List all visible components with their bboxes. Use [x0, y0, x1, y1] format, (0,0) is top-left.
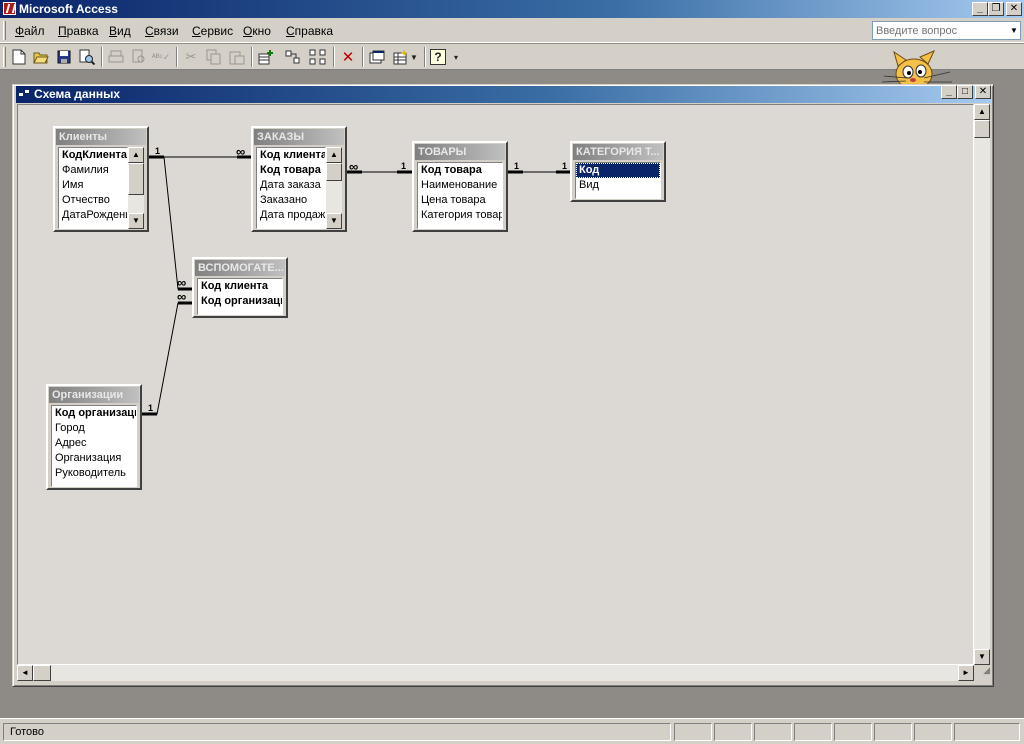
- relation-many-label: ∞: [349, 159, 358, 174]
- table-orders[interactable]: ЗАКАЗЫ Код клиента Код товара Дата заказ…: [251, 126, 347, 232]
- table-helper-fields[interactable]: Код клиента Код организации: [197, 278, 283, 315]
- table-goods-fields[interactable]: Код товара Наименование Цена товара Кате…: [417, 162, 503, 229]
- field-row[interactable]: Код организации: [198, 294, 282, 309]
- status-cell: [714, 723, 752, 741]
- scroll-down-icon[interactable]: ▼: [128, 213, 144, 229]
- table-helper[interactable]: ВСПОМОГАТЕ... Код клиента Код организаци…: [192, 257, 288, 318]
- status-cell: [754, 723, 792, 741]
- field-row[interactable]: Руководитель: [52, 466, 136, 481]
- table-category-title[interactable]: КАТЕГОРИЯ Т...: [573, 144, 663, 160]
- field-row-selected[interactable]: Код: [576, 163, 660, 178]
- status-cell: [954, 723, 1020, 741]
- scroll-down-icon[interactable]: ▼: [326, 213, 342, 229]
- relation-one-label: 1: [401, 161, 407, 171]
- table-clients-fields[interactable]: КодКлиента Фамилия Имя Отчество ДатаРожд…: [58, 147, 128, 229]
- relationship-lines: [141, 155, 572, 416]
- relation-orgs-helper: [141, 302, 194, 415]
- status-cell: [874, 723, 912, 741]
- field-row[interactable]: Заказано: [257, 193, 325, 208]
- field-row[interactable]: Код товара: [257, 163, 325, 178]
- field-row[interactable]: Код клиента: [198, 279, 282, 294]
- status-cell: [674, 723, 712, 741]
- field-row[interactable]: Фамилия: [59, 163, 127, 178]
- field-row[interactable]: Город: [52, 421, 136, 436]
- field-row[interactable]: Код клиента: [257, 148, 325, 163]
- table-orders-title[interactable]: ЗАКАЗЫ: [254, 129, 344, 145]
- relation-one-label: 1: [148, 403, 154, 413]
- scroll-thumb[interactable]: [326, 163, 342, 181]
- field-row[interactable]: Наименование: [418, 178, 502, 193]
- status-cell: [834, 723, 872, 741]
- table-goods[interactable]: ТОВАРЫ Код товара Наименование Цена това…: [412, 141, 508, 232]
- table-category-fields[interactable]: Код Вид: [575, 162, 661, 199]
- status-bar: Готово: [0, 718, 1024, 744]
- scroll-up-icon[interactable]: ▲: [128, 147, 144, 163]
- relation-many-label: ∞: [177, 275, 186, 290]
- field-row[interactable]: Категория товара: [418, 208, 502, 223]
- field-row[interactable]: Дата продажи: [257, 208, 325, 223]
- table-category[interactable]: КАТЕГОРИЯ Т... Код Вид: [570, 141, 666, 202]
- table-organizations[interactable]: Организации Код организации Город Адрес …: [46, 384, 142, 490]
- field-row[interactable]: Цена товара: [418, 193, 502, 208]
- field-row[interactable]: ДатаРождения: [59, 208, 127, 223]
- status-text: Готово: [3, 723, 671, 741]
- relation-one-label: 1: [514, 161, 520, 171]
- scroll-thumb[interactable]: [128, 163, 144, 195]
- status-cell: [914, 723, 952, 741]
- table-organizations-fields[interactable]: Код организации Город Адрес Организация …: [51, 405, 137, 487]
- table-clients[interactable]: Клиенты КодКлиента Фамилия Имя Отчество …: [53, 126, 149, 232]
- table-orders-fields[interactable]: Код клиента Код товара Дата заказа Заказ…: [256, 147, 326, 229]
- table-clients-title[interactable]: Клиенты: [56, 129, 146, 145]
- table-organizations-title[interactable]: Организации: [49, 387, 139, 403]
- field-row[interactable]: Имя: [59, 178, 127, 193]
- table-clients-scrollbar[interactable]: ▲ ▼: [128, 147, 144, 229]
- field-row[interactable]: Организация: [52, 451, 136, 466]
- field-row[interactable]: Код товара: [418, 163, 502, 178]
- field-row[interactable]: КодКлиента: [59, 148, 127, 163]
- relation-one-label: 1: [155, 146, 161, 156]
- field-row[interactable]: Адрес: [52, 436, 136, 451]
- relation-one-label: 1: [562, 161, 568, 171]
- table-orders-scrollbar[interactable]: ▲ ▼: [326, 147, 342, 229]
- relation-many-label: ∞: [177, 289, 186, 304]
- field-row[interactable]: Вид: [576, 178, 660, 193]
- relation-clients-helper: [163, 156, 194, 290]
- scroll-up-icon[interactable]: ▲: [326, 147, 342, 163]
- field-row[interactable]: Код организации: [52, 406, 136, 421]
- field-row[interactable]: Отчество: [59, 193, 127, 208]
- table-helper-title[interactable]: ВСПОМОГАТЕ...: [195, 260, 285, 276]
- status-cell: [794, 723, 832, 741]
- relation-many-label: ∞: [236, 144, 245, 159]
- table-goods-title[interactable]: ТОВАРЫ: [415, 144, 505, 160]
- field-row[interactable]: Дата заказа: [257, 178, 325, 193]
